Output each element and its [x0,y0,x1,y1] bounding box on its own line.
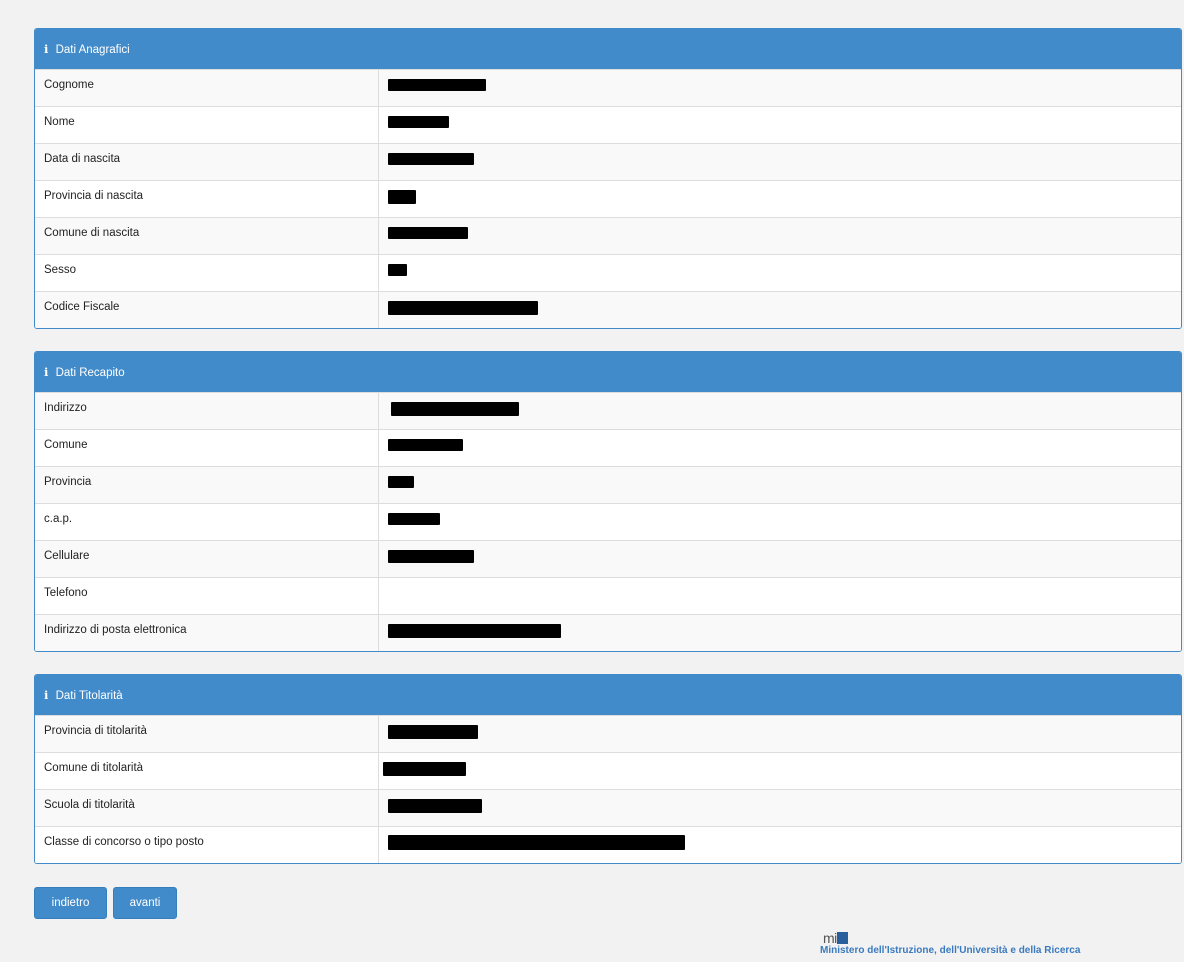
table-row: Scuola di titolarità [35,789,1181,826]
field-value [379,753,1181,789]
table-row: Comune di titolarità [35,752,1181,789]
field-value [379,716,1181,752]
panel-title: Dati Titolarità [55,690,123,702]
redacted-value [388,301,538,315]
field-value [379,292,1181,328]
field-value [379,430,1181,466]
info-icon: i [44,365,49,379]
redacted-value [388,439,463,451]
panel-dati-recapito: i Dati Recapito Indirizzo Comune Provinc… [34,351,1182,652]
logo-mark-icon [836,932,848,944]
table-row: Telefono [35,577,1181,614]
table-row: Comune di nascita [35,217,1181,254]
table-row: Data di nascita [35,143,1181,180]
table-row: Sesso [35,254,1181,291]
field-value [379,393,1181,429]
field-value [379,541,1181,577]
field-label: Indirizzo [35,393,379,429]
table-row: Provincia [35,466,1181,503]
field-label: Classe di concorso o tipo posto [35,827,379,863]
redacted-value [383,762,466,776]
redacted-value [388,227,468,239]
panel-dati-titolarita: i Dati Titolarità Provincia di titolarit… [34,674,1182,864]
field-label: Nome [35,107,379,143]
redacted-value [388,476,414,488]
ministry-name: Ministero dell'Istruzione, dell'Universi… [820,945,1081,956]
table-row: Provincia di nascita [35,180,1181,217]
panel-title: Dati Anagrafici [55,44,130,56]
table-row: Nome [35,106,1181,143]
table-row: Comune [35,429,1181,466]
panel-heading: i Dati Recapito [35,352,1181,392]
redacted-value [388,799,482,813]
field-label: Codice Fiscale [35,292,379,328]
field-label: Cellulare [35,541,379,577]
field-value [379,70,1181,106]
redacted-value [388,513,440,525]
redacted-value [388,835,685,850]
field-label: Comune di titolarità [35,753,379,789]
logo-text: mi [823,930,837,946]
redacted-value [391,402,519,416]
field-value [379,255,1181,291]
field-value [379,218,1181,254]
field-value [379,467,1181,503]
table-row: Cognome [35,69,1181,106]
next-button[interactable]: avanti [113,887,177,919]
panel-heading: i Dati Titolarità [35,675,1181,715]
redacted-value [388,725,478,739]
field-label: Provincia [35,467,379,503]
field-value [379,144,1181,180]
back-button[interactable]: indietro [34,887,107,919]
field-label: Cognome [35,70,379,106]
field-value [379,181,1181,217]
table-row: Indirizzo di posta elettronica [35,614,1181,651]
field-value [379,790,1181,826]
redacted-value [388,116,449,128]
table-row: c.a.p. [35,503,1181,540]
field-value [379,504,1181,540]
field-label: Telefono [35,578,379,614]
field-label: c.a.p. [35,504,379,540]
field-value [379,107,1181,143]
info-icon: i [44,688,49,702]
table-row: Classe di concorso o tipo posto [35,826,1181,863]
table-row: Codice Fiscale [35,291,1181,328]
field-value [379,578,1181,614]
field-label: Comune [35,430,379,466]
field-label: Indirizzo di posta elettronica [35,615,379,651]
panel-dati-anagrafici: i Dati Anagrafici Cognome Nome Data di n… [34,28,1182,329]
redacted-value [388,624,561,638]
table-row: Provincia di titolarità [35,715,1181,752]
field-label: Provincia di titolarità [35,716,379,752]
panel-title: Dati Recapito [55,367,125,379]
redacted-value [388,264,407,276]
field-label: Data di nascita [35,144,379,180]
ministry-logo: mi [823,930,848,946]
redacted-value [388,153,474,165]
field-value [379,615,1181,651]
field-value [379,827,1181,863]
redacted-value [388,550,474,563]
table-row: Indirizzo [35,392,1181,429]
field-label: Comune di nascita [35,218,379,254]
table-row: Cellulare [35,540,1181,577]
field-label: Provincia di nascita [35,181,379,217]
info-icon: i [44,42,49,56]
panel-heading: i Dati Anagrafici [35,29,1181,69]
field-label: Sesso [35,255,379,291]
redacted-value [388,190,416,204]
field-label: Scuola di titolarità [35,790,379,826]
redacted-value [388,79,486,91]
